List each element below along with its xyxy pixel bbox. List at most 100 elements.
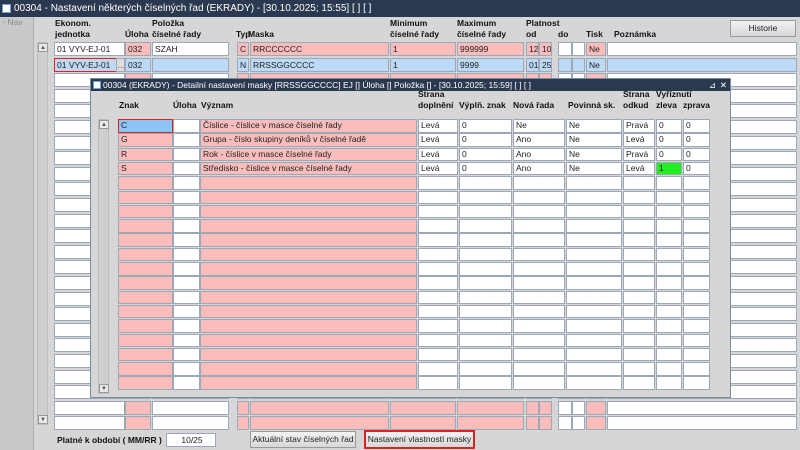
dialog-cell-uloha[interactable] <box>173 333 200 347</box>
dialog-cell-povinna[interactable] <box>566 262 622 276</box>
dialog-cell-zprava[interactable] <box>683 319 710 333</box>
dialog-cell-vypln[interactable]: 0 <box>459 161 512 176</box>
dialog-cell-strana_dopl[interactable] <box>418 190 458 204</box>
dialog-cell-vypln[interactable] <box>459 347 512 362</box>
dialog-cell-znak[interactable] <box>118 347 173 362</box>
dialog-cell-vyznam[interactable]: Grupa - číslo skupiny deníků v číselné ř… <box>200 133 417 147</box>
dialog-cell-uloha[interactable] <box>173 276 200 290</box>
dialog-cell-zprava[interactable] <box>683 233 710 247</box>
dialog-cell-povinna[interactable] <box>566 247 622 262</box>
cell-maximum[interactable]: 999999 <box>457 42 524 56</box>
dialog-cell-znak[interactable] <box>118 376 173 390</box>
cell-uloha[interactable] <box>125 400 151 415</box>
dialog-cell-strana_dopl[interactable] <box>418 247 458 262</box>
cell-do_rr[interactable] <box>572 57 585 72</box>
dialog-cell-vypln[interactable] <box>459 376 512 390</box>
dialog-cell-uloha[interactable] <box>173 247 200 262</box>
cell-tisk[interactable]: Ne <box>586 42 606 56</box>
dialog-cell-zprava[interactable]: 0 <box>683 147 710 162</box>
dialog-cell-zleva[interactable] <box>656 376 682 390</box>
dialog-cell-nova_rada[interactable] <box>513 276 565 290</box>
dialog-cell-vypln[interactable] <box>459 304 512 319</box>
dialog-cell-vypln[interactable] <box>459 233 512 247</box>
dialog-cell-zprava[interactable]: 0 <box>683 133 710 147</box>
cell-minimum[interactable] <box>390 416 456 431</box>
dialog-cell-znak[interactable] <box>118 204 173 219</box>
dialog-cell-znak[interactable] <box>118 262 173 276</box>
close-icon[interactable]: ✕ <box>720 79 727 91</box>
dialog-cell-znak[interactable] <box>118 333 173 347</box>
dialog-scrollbar[interactable]: ▲ ▼ <box>98 119 109 394</box>
cell-polozka[interactable] <box>152 57 229 72</box>
dialog-cell-znak[interactable] <box>118 362 173 376</box>
dialog-cell-vyznam[interactable] <box>200 176 417 190</box>
dialog-cell-strana_dopl[interactable]: Levá <box>418 147 458 162</box>
dialog-cell-povinna[interactable] <box>566 347 622 362</box>
dialog-cell-strana_odkud[interactable] <box>623 233 655 247</box>
cell-maska[interactable] <box>250 400 389 415</box>
dialog-cell-strana_odkud[interactable] <box>623 333 655 347</box>
cell-do_rr[interactable] <box>572 400 585 415</box>
dialog-cell-zprava[interactable] <box>683 204 710 219</box>
history-button[interactable]: Historie <box>730 20 796 37</box>
dialog-cell-zleva[interactable]: 0 <box>656 119 682 133</box>
dialog-cell-nova_rada[interactable] <box>513 262 565 276</box>
dialog-cell-povinna[interactable] <box>566 204 622 219</box>
cell-do_mm[interactable] <box>558 42 572 56</box>
dialog-cell-znak[interactable]: G <box>118 133 173 147</box>
dialog-cell-uloha[interactable] <box>173 319 200 333</box>
dialog-cell-zleva[interactable] <box>656 204 682 219</box>
cell-poznamka[interactable] <box>607 416 797 431</box>
dialog-cell-strana_odkud[interactable] <box>623 176 655 190</box>
dialog-cell-strana_dopl[interactable]: Levá <box>418 119 458 133</box>
cell-do_rr[interactable] <box>572 42 585 56</box>
dialog-cell-uloha[interactable] <box>173 304 200 319</box>
cell-typ[interactable] <box>237 400 249 415</box>
dialog-cell-vyznam[interactable]: Číslice - číslice v masce číselné řady <box>200 119 417 133</box>
dialog-cell-zprava[interactable] <box>683 376 710 390</box>
dialog-cell-povinna[interactable] <box>566 319 622 333</box>
dialog-cell-zleva[interactable] <box>656 319 682 333</box>
dialog-cell-uloha[interactable] <box>173 119 200 133</box>
dialog-cell-uloha[interactable] <box>173 347 200 362</box>
dialog-cell-znak[interactable] <box>118 290 173 305</box>
dialog-cell-znak[interactable] <box>118 276 173 290</box>
dialog-cell-zleva[interactable] <box>656 333 682 347</box>
dialog-cell-strana_dopl[interactable]: Levá <box>418 133 458 147</box>
cell-tisk[interactable] <box>586 416 606 431</box>
cell-do_mm[interactable] <box>558 57 572 72</box>
dialog-cell-znak[interactable] <box>118 319 173 333</box>
dialog-cell-vypln[interactable] <box>459 276 512 290</box>
cell-tisk[interactable] <box>586 400 606 415</box>
dialog-cell-strana_dopl[interactable] <box>418 262 458 276</box>
dialog-cell-uloha[interactable] <box>173 161 200 176</box>
dialog-cell-zleva[interactable] <box>656 362 682 376</box>
scroll-down-icon[interactable]: ▼ <box>38 415 48 424</box>
dialog-cell-strana_odkud[interactable] <box>623 319 655 333</box>
dialog-cell-vypln[interactable] <box>459 319 512 333</box>
dialog-cell-vyznam[interactable] <box>200 319 417 333</box>
dialog-cell-nova_rada[interactable]: Ano <box>513 161 565 176</box>
dialog-cell-zprava[interactable] <box>683 290 710 305</box>
dialog-cell-strana_odkud[interactable]: Pravá <box>623 119 655 133</box>
cell-minimum[interactable] <box>390 400 456 415</box>
dialog-cell-uloha[interactable] <box>173 190 200 204</box>
dialog-cell-strana_odkud[interactable]: Pravá <box>623 147 655 162</box>
dialog-cell-uloha[interactable] <box>173 147 200 162</box>
dialog-cell-znak[interactable] <box>118 190 173 204</box>
cell-od_mm[interactable]: 12 <box>526 42 539 56</box>
dialog-cell-vypln[interactable] <box>459 219 512 233</box>
cell-poznamka[interactable] <box>607 400 797 415</box>
dialog-cell-strana_dopl[interactable] <box>418 347 458 362</box>
dialog-cell-znak[interactable] <box>118 219 173 233</box>
dialog-cell-zprava[interactable] <box>683 304 710 319</box>
dialog-cell-nova_rada[interactable] <box>513 176 565 190</box>
dialog-cell-strana_dopl[interactable] <box>418 290 458 305</box>
dialog-cell-vyznam[interactable] <box>200 333 417 347</box>
dialog-cell-znak[interactable] <box>118 233 173 247</box>
dialog-cell-strana_odkud[interactable] <box>623 290 655 305</box>
dialog-cell-strana_dopl[interactable] <box>418 219 458 233</box>
cell-od_mm[interactable]: 01 <box>526 57 539 72</box>
cell-maximum[interactable]: 9999 <box>457 57 524 72</box>
dialog-cell-strana_dopl[interactable] <box>418 204 458 219</box>
